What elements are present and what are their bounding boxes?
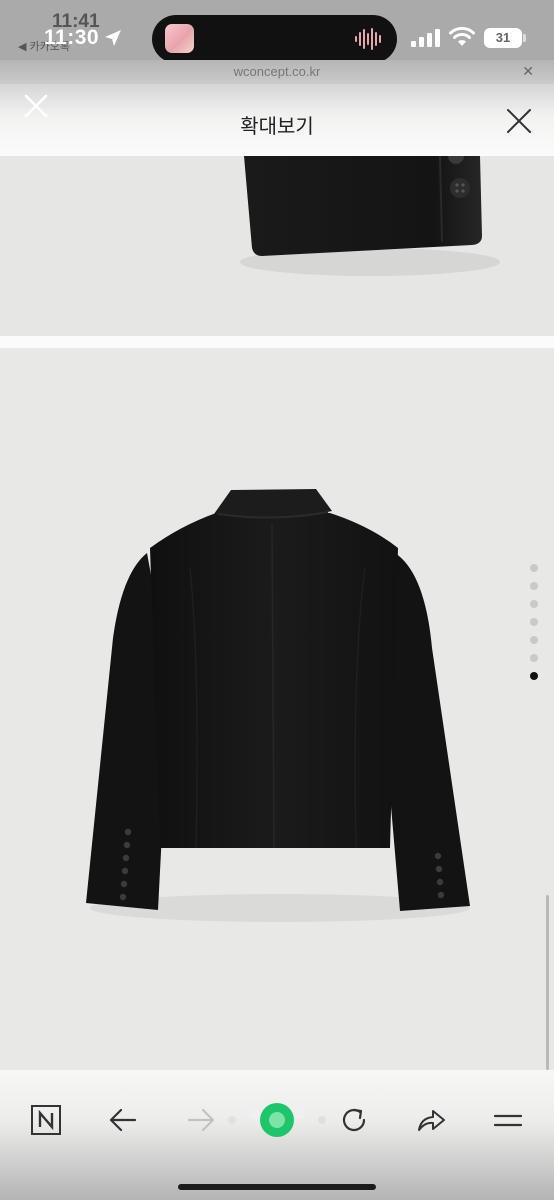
jacket-back-illustration [86,489,470,922]
now-playing-thumbnail [165,24,194,53]
naver-n-icon[interactable] [30,1104,62,1136]
reload-icon[interactable] [338,1104,370,1136]
url-close-icon[interactable]: ✕ [522,63,534,80]
arrow-left-icon[interactable] [107,1104,139,1136]
page-title: 확대보기 [240,116,314,138]
url-text[interactable]: wconcept.co.kr [0,64,554,79]
audio-waveform-icon [355,28,381,50]
pagination-dot[interactable] [530,582,538,590]
product-image-1 [0,156,554,336]
share-icon[interactable] [415,1104,447,1136]
product-image-2[interactable] [0,348,554,1070]
menu-icon[interactable] [492,1104,524,1136]
location-arrow-icon [105,30,121,46]
wifi-icon [449,26,475,46]
status-time: 11:30 [44,26,100,49]
image-pagination-dots [530,564,540,690]
jacket-hem-illustration [240,156,500,276]
url-bar[interactable]: wconcept.co.kr ✕ [0,60,554,84]
pagination-dot[interactable] [530,564,538,572]
pagination-dot[interactable] [530,600,538,608]
battery-tip [523,34,526,42]
status-bar: 11:41 ◀ 카카오톡 11:30 31 [0,0,554,63]
green-dot-icon[interactable] [222,1100,332,1140]
image-divider [0,336,554,348]
zoom-viewer-header: 확대보기 [0,84,554,156]
cell-signal-icon [411,29,440,47]
pagination-dot[interactable] [530,636,538,644]
pagination-dot[interactable] [530,618,538,626]
browser-toolbar [0,1070,554,1200]
battery-icon: 31 [484,28,522,48]
arrow-right-icon[interactable] [185,1104,217,1136]
page-scrollbar[interactable] [546,895,549,1070]
pagination-dot[interactable] [530,654,538,662]
pagination-dot-active[interactable] [530,672,538,680]
dynamic-island[interactable] [152,15,397,63]
close-icon[interactable] [506,108,532,134]
home-indicator[interactable] [178,1184,376,1190]
